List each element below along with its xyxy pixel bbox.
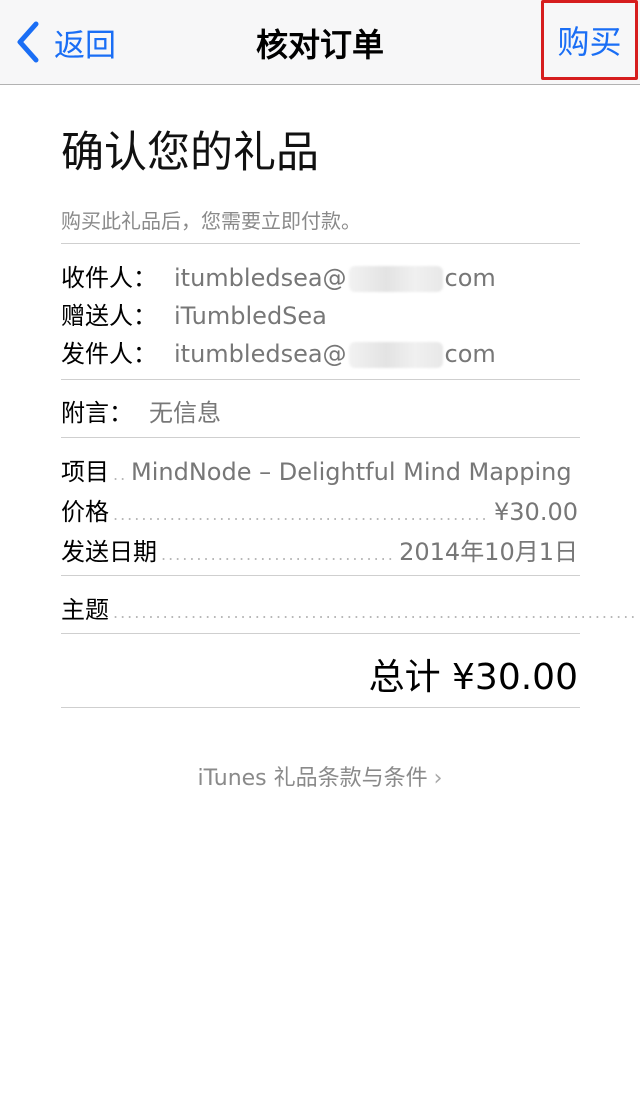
dot-leader xyxy=(113,603,636,622)
message-label: 附言： xyxy=(61,399,133,427)
price-row: 价格 ¥30.00 xyxy=(61,492,578,527)
divider xyxy=(61,633,580,634)
divider xyxy=(61,707,580,708)
date-value: 2014年10月1日 xyxy=(399,538,578,566)
sender-email-label: 发件人： xyxy=(61,340,157,368)
sender-email-prefix: itumbledsea@ xyxy=(174,340,347,368)
divider xyxy=(61,243,580,244)
dot-leader xyxy=(113,505,490,524)
item-label: 项目 xyxy=(61,458,109,486)
divider xyxy=(61,379,580,380)
date-label: 发送日期 xyxy=(61,538,157,566)
buy-button[interactable]: 购买 xyxy=(541,0,638,80)
buy-label: 购买 xyxy=(557,23,622,61)
terms-label: iTunes 礼品条款与条件 xyxy=(197,766,428,791)
item-value: MindNode – Delightful Mind Mapping xyxy=(131,458,572,486)
recipient-email-suffix: com xyxy=(444,264,496,292)
chevron-left-icon xyxy=(17,21,39,63)
recipient-label: 收件人： xyxy=(61,264,157,292)
confirm-gift-heading: 确认您的礼品 xyxy=(61,128,319,178)
back-label: 返回 xyxy=(54,27,116,64)
subject-row[interactable]: 主题 xyxy=(61,590,640,625)
back-button[interactable]: 返回 xyxy=(14,18,116,66)
chevron-right-icon: › xyxy=(433,766,443,791)
message-row[interactable]: 附言： 无信息 xyxy=(61,393,221,428)
divider xyxy=(61,575,580,576)
dot-leader xyxy=(113,465,127,484)
price-label: 价格 xyxy=(61,498,109,526)
dot-leader xyxy=(161,545,395,564)
message-value: 无信息 xyxy=(149,399,221,427)
divider xyxy=(61,437,580,438)
terms-link[interactable]: iTunes 礼品条款与条件 › xyxy=(0,760,640,792)
redacted-domain xyxy=(348,266,443,292)
recipient-email-prefix: itumbledsea@ xyxy=(174,264,347,292)
redacted-domain xyxy=(348,342,443,368)
sender-email-suffix: com xyxy=(444,340,496,368)
date-row: 发送日期 2014年10月1日 xyxy=(61,532,578,567)
sender-email: itumbledsea@ com xyxy=(174,340,496,368)
navigation-bar: 返回 核对订单 购买 xyxy=(0,0,640,85)
sender-name-label: 赠送人： xyxy=(61,302,157,330)
item-row: 项目 MindNode – Delightful Mind Mapping xyxy=(61,452,578,487)
price-value: ¥30.00 xyxy=(494,498,578,526)
sender-name-row: 赠送人： iTumbledSea xyxy=(61,296,327,331)
sender-email-row: 发件人： itumbledsea@ com xyxy=(61,334,496,369)
sender-name: iTumbledSea xyxy=(174,302,327,330)
total-amount: 总计 ¥30.00 xyxy=(368,657,578,698)
payment-notice: 购买此礼品后，您需要立即付款。 xyxy=(61,209,361,233)
subject-label: 主题 xyxy=(61,596,109,624)
recipient-email: itumbledsea@ com xyxy=(174,264,496,292)
recipient-row: 收件人： itumbledsea@ com xyxy=(61,258,496,293)
